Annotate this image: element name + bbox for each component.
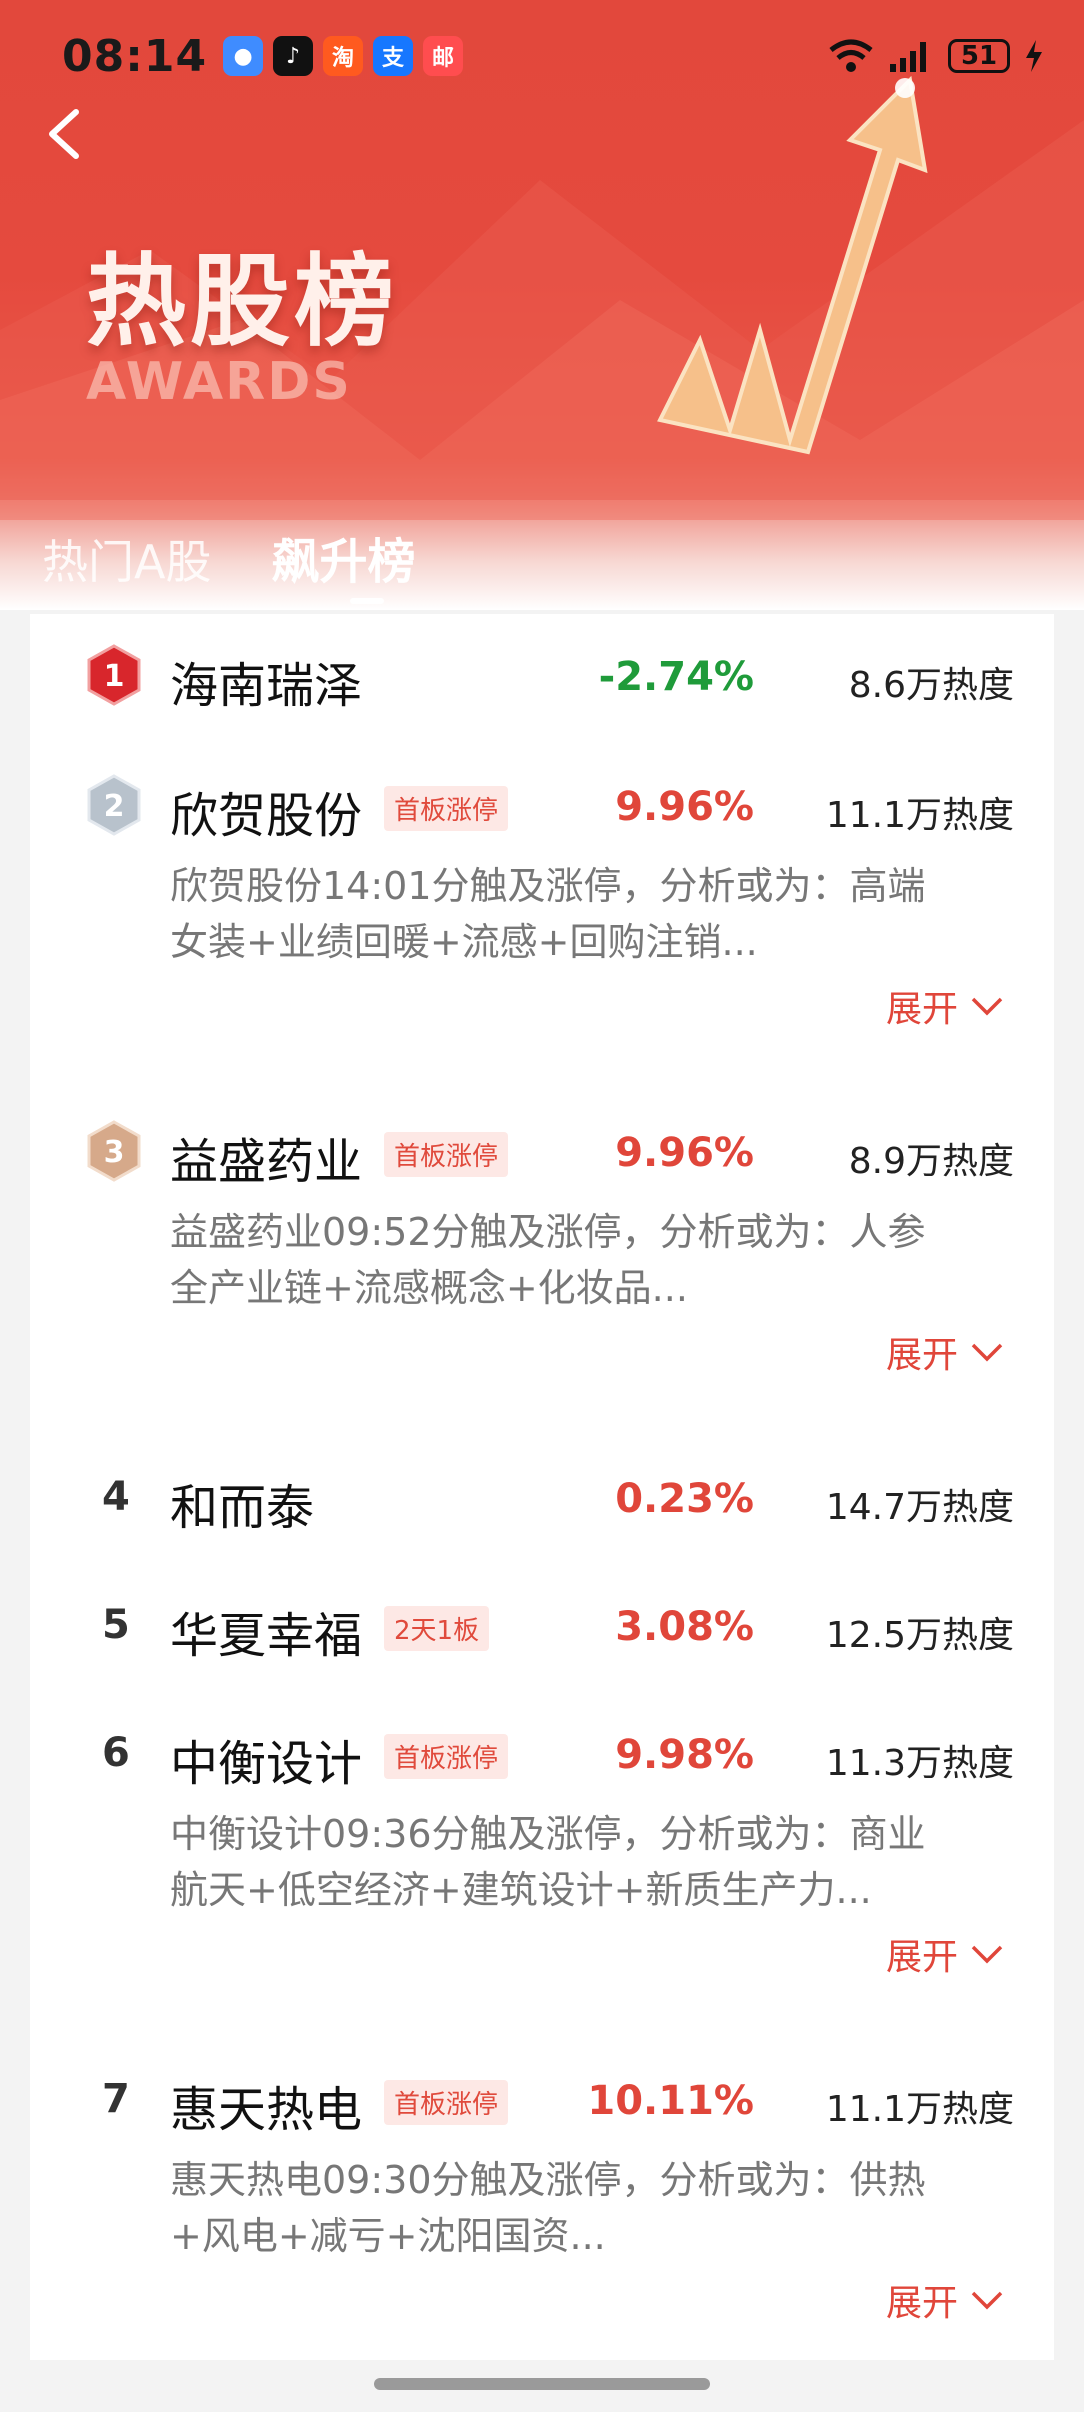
douyin-icon: ♪ (273, 36, 314, 76)
rank-number: 5 (102, 1602, 130, 1648)
expand-label: 展开 (885, 989, 958, 1030)
alipay-icon: 支 (373, 36, 414, 76)
svg-text:1: 1 (104, 659, 125, 694)
taobao-icon: 淘 (323, 36, 364, 76)
change-percent: 10.11% (587, 2078, 754, 2124)
battery-indicator: 51 (948, 39, 1010, 73)
analysis-line-2: 航天+低空经济+建筑设计+新质生产力... (170, 1868, 872, 1912)
messages-icon: ● (223, 36, 264, 76)
change-percent: 9.96% (615, 784, 754, 830)
back-arrow-icon[interactable] (40, 104, 90, 164)
stock-name: 和而泰 (170, 1480, 315, 1536)
change-percent: -2.74% (598, 654, 754, 700)
status-badge: 2天1板 (384, 1606, 490, 1651)
svg-text:2: 2 (104, 789, 125, 824)
change-percent: 9.98% (615, 1732, 754, 1778)
rank-number: 7 (102, 2076, 130, 2122)
stock-name: 惠天热电 (170, 2082, 363, 2138)
expand-button[interactable]: 展开 (886, 1326, 1004, 1378)
expand-label: 展开 (885, 1335, 958, 1376)
page-title: 热股榜 (86, 243, 398, 360)
charging-icon (1026, 40, 1042, 72)
rank-number: 6 (102, 1730, 130, 1776)
change-percent: 9.96% (615, 1130, 754, 1176)
signal-icon (890, 42, 926, 72)
stock-analysis: 惠天热电09:30分触及涨停，分析或为：供热 +风电+减亏+沈阳国资... (170, 2152, 1030, 2264)
notification-app-icons: ● ♪ 淘 支 邮 (223, 36, 464, 76)
analysis-line-2: 全产业链+流感概念+化妆品... (170, 1266, 688, 1310)
analysis-line-1: 中衡设计09:36分触及涨停，分析或为：商业 (170, 1812, 926, 1856)
status-badge: 首板涨停 (384, 2080, 509, 2125)
heat-value: 11.1万热度 (825, 2089, 1014, 2130)
mail-icon: 邮 (423, 36, 464, 76)
stock-name: 华夏幸福 (170, 1608, 363, 1664)
analysis-line-2: 女装+业绩回暖+流感+回购注销... (170, 920, 758, 964)
stock-list: 1 海南瑞泽 -2.74% 8.6万热度 2 欣贺股份 首板涨停 9.96% 1… (30, 614, 1054, 2360)
heat-value: 12.5万热度 (825, 1615, 1014, 1656)
heat-value: 14.7万热度 (825, 1487, 1014, 1528)
rank-number: 4 (102, 1474, 130, 1520)
expand-button[interactable]: 展开 (886, 2274, 1004, 2326)
stock-name: 中衡设计 (170, 1736, 363, 1792)
heat-value: 11.1万热度 (825, 795, 1014, 836)
status-time: 08:14 (62, 30, 208, 82)
expand-label: 展开 (885, 1937, 958, 1978)
status-badge: 首板涨停 (384, 1132, 509, 1177)
chevron-down-icon (971, 1343, 1003, 1362)
status-badge: 首板涨停 (384, 1734, 509, 1779)
status-bar: 08:14 ● ♪ 淘 支 邮 51 (62, 28, 1044, 84)
stock-analysis: 益盛药业09:52分触及涨停，分析或为：人参 全产业链+流感概念+化妆品... (170, 1204, 1030, 1316)
change-percent: 3.08% (615, 1604, 754, 1650)
active-tab-indicator (350, 598, 384, 604)
stock-name: 海南瑞泽 (170, 658, 363, 714)
chevron-down-icon (971, 2291, 1003, 2310)
tab-hot-a-shares[interactable]: 热门A股 (42, 526, 211, 592)
tab-rising[interactable]: 飙升榜 (271, 522, 415, 592)
expand-button[interactable]: 展开 (886, 980, 1004, 1032)
chevron-down-icon (971, 1945, 1003, 1964)
header-banner: 08:14 ● ♪ 淘 支 邮 51 热股榜 AWARDS 热门A股 飙升榜 (0, 0, 1084, 610)
expand-label: 展开 (885, 2283, 958, 2324)
page-subtitle: AWARDS (86, 352, 352, 412)
analysis-line-1: 惠天热电09:30分触及涨停，分析或为：供热 (170, 2158, 926, 2202)
analysis-line-2: +风电+减亏+沈阳国资... (170, 2214, 606, 2258)
wifi-icon (829, 39, 873, 72)
rank-3-badge-icon: 3 (87, 1120, 141, 1182)
stock-analysis: 欣贺股份14:01分触及涨停，分析或为：高端 女装+业绩回暖+流感+回购注销..… (170, 858, 1030, 970)
stock-name: 欣贺股份 (170, 788, 363, 844)
home-indicator[interactable] (374, 2378, 710, 2390)
heat-value: 8.6万热度 (848, 665, 1014, 706)
status-badge: 首板涨停 (384, 786, 509, 831)
change-percent: 0.23% (615, 1476, 754, 1522)
analysis-line-1: 欣贺股份14:01分触及涨停，分析或为：高端 (170, 864, 926, 908)
svg-text:3: 3 (104, 1135, 125, 1170)
rank-1-badge-icon: 1 (87, 644, 141, 706)
rank-2-badge-icon: 2 (87, 774, 141, 836)
stock-analysis: 中衡设计09:36分触及涨停，分析或为：商业 航天+低空经济+建筑设计+新质生产… (170, 1806, 1030, 1918)
analysis-line-1: 益盛药业09:52分触及涨停，分析或为：人参 (170, 1210, 926, 1254)
chevron-down-icon (971, 997, 1003, 1016)
expand-button[interactable]: 展开 (886, 1928, 1004, 1980)
heat-value: 8.9万热度 (848, 1141, 1014, 1182)
stock-name: 益盛药业 (170, 1134, 363, 1190)
tab-bar: 热门A股 飙升榜 (42, 522, 415, 592)
heat-value: 11.3万热度 (825, 1743, 1014, 1784)
